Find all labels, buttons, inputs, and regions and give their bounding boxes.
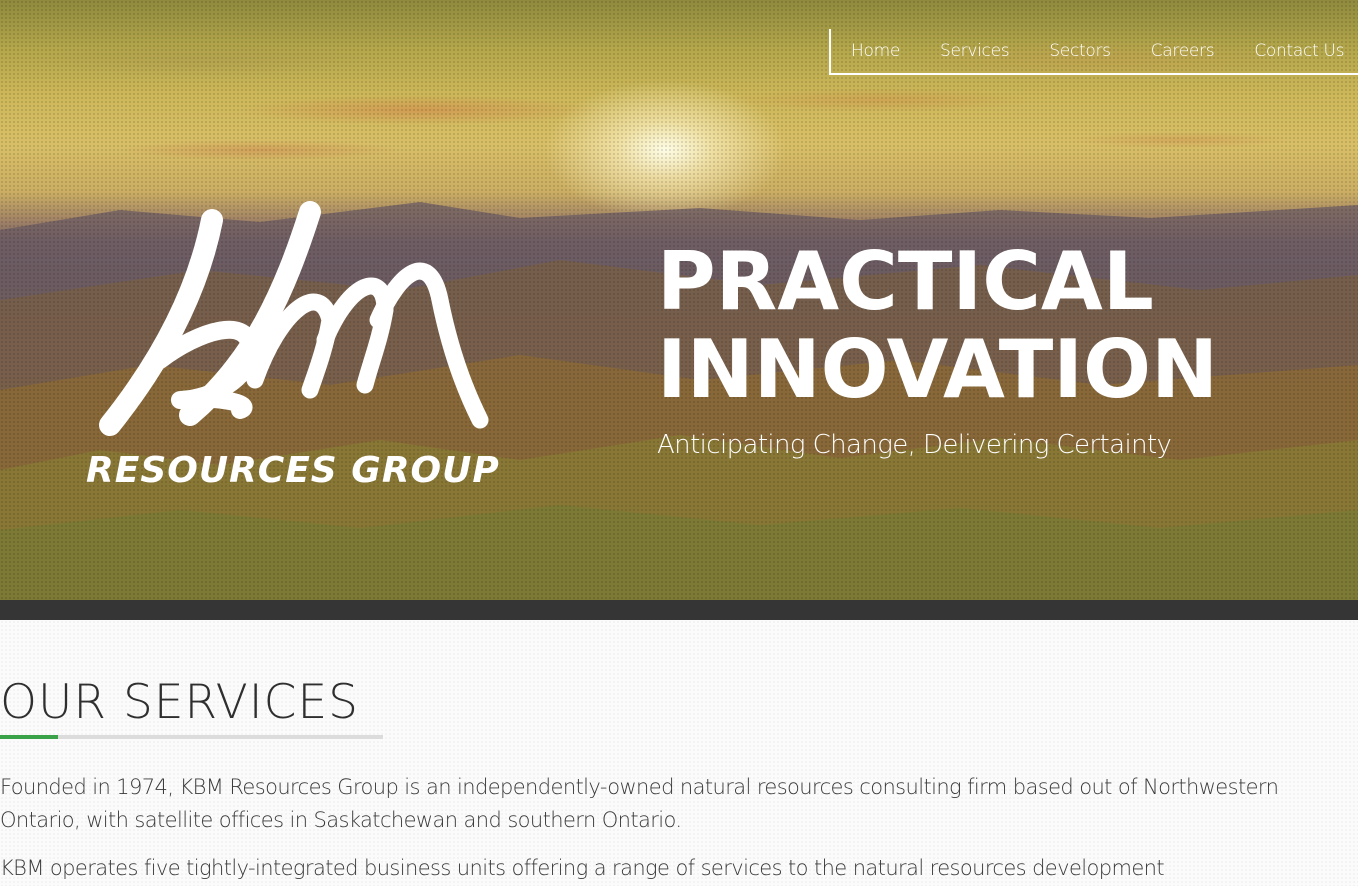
section-title: OUR SERVICES: [0, 675, 359, 730]
nav-contact-us[interactable]: Contact Us: [1254, 41, 1344, 61]
section-divider: [0, 600, 1358, 620]
title-underline: [0, 735, 383, 739]
logo-subtitle: RESOURCES GROUP: [86, 450, 500, 491]
hero-banner: Home Services Sectors Careers Contact Us…: [0, 0, 1358, 600]
headline-line-1: PRACTICAL: [657, 235, 1154, 328]
main-nav: Home Services Sectors Careers Contact Us: [829, 29, 1358, 75]
nav-home[interactable]: Home: [851, 41, 900, 61]
services-section: OUR SERVICES Founded in 1974, KBM Resour…: [0, 620, 1358, 886]
hero-tagline: Anticipating Change, Delivering Certaint…: [657, 430, 1172, 460]
nav-services[interactable]: Services: [940, 41, 1010, 61]
intro-paragraph-1: Founded in 1974, KBM Resources Group is …: [0, 775, 1279, 832]
hero-headline: PRACTICAL INNOVATION: [657, 238, 1218, 414]
nav-careers[interactable]: Careers: [1151, 41, 1215, 61]
nav-sectors[interactable]: Sectors: [1049, 41, 1111, 61]
title-underline-accent: [0, 735, 58, 739]
intro-paragraph-2: KBM operates five tightly-integrated bus…: [0, 856, 1165, 880]
headline-line-2: INNOVATION: [657, 323, 1219, 416]
